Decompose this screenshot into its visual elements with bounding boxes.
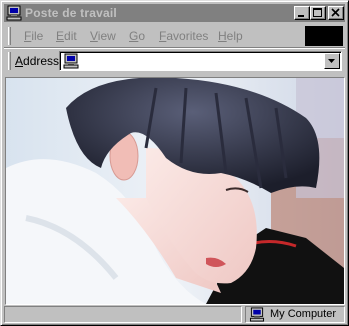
- minimize-button[interactable]: [294, 6, 310, 20]
- content-photo: [6, 78, 344, 304]
- computer-icon: [249, 307, 265, 322]
- computer-icon: [6, 5, 22, 21]
- computer-icon: [63, 53, 79, 69]
- status-bar: My Computer: [4, 306, 345, 323]
- chevron-down-icon: [328, 59, 335, 63]
- title-bar[interactable]: Poste de travail: [4, 4, 345, 22]
- menu-file[interactable]: File: [24, 29, 43, 43]
- menu-favorites[interactable]: Favorites: [159, 29, 208, 43]
- explorer-window: Poste de travail File Edit View Go Favor…: [0, 0, 349, 326]
- maximize-icon: [313, 8, 322, 17]
- address-bar: Address: [4, 50, 345, 73]
- address-label: Address: [15, 54, 59, 68]
- status-zone-label: My Computer: [270, 308, 337, 320]
- close-icon: [331, 8, 340, 17]
- content-view[interactable]: [5, 77, 345, 305]
- status-message-pane: [4, 306, 242, 323]
- menu-grip[interactable]: [8, 27, 11, 45]
- window-title: Poste de travail: [25, 6, 117, 20]
- throbber-logo: [305, 26, 343, 46]
- menu-edit[interactable]: Edit: [56, 29, 77, 43]
- menu-bar: File Edit View Go Favorites Help: [4, 25, 345, 47]
- menu-view[interactable]: View: [90, 29, 116, 43]
- address-dropdown-button[interactable]: [324, 53, 340, 69]
- menu-help[interactable]: Help: [218, 29, 243, 43]
- address-label-accel: A: [15, 54, 24, 68]
- maximize-button[interactable]: [310, 6, 326, 20]
- minimize-icon: [298, 15, 304, 17]
- toolbar-separator: [4, 47, 345, 49]
- address-input[interactable]: [59, 51, 342, 71]
- address-label-rest: ddress: [23, 54, 60, 68]
- status-zone-pane: My Computer: [245, 306, 345, 323]
- close-button[interactable]: [328, 6, 344, 20]
- menu-go[interactable]: Go: [129, 29, 145, 43]
- address-grip[interactable]: [8, 52, 11, 70]
